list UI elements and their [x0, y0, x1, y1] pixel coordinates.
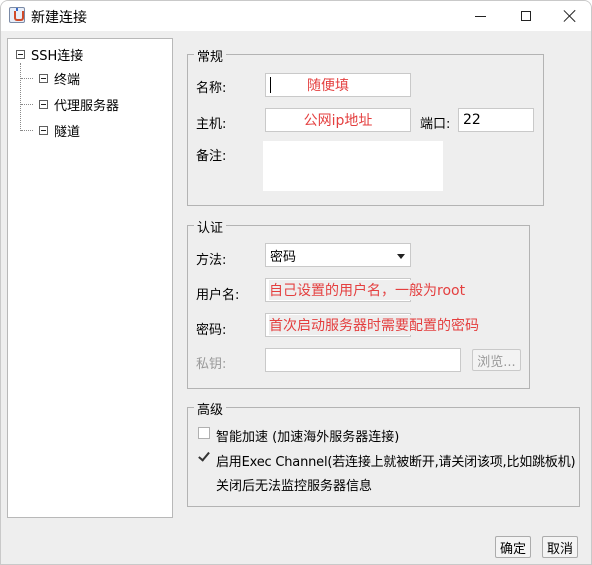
- tree-item-label: 终端: [54, 72, 81, 88]
- close-button[interactable]: [547, 1, 591, 31]
- host-label: 主机:: [196, 117, 227, 132]
- group-title: 认证: [194, 217, 227, 236]
- minimize-icon: [474, 15, 486, 17]
- password-input-value: 首次启动服务器时需要配置的密码: [269, 315, 481, 335]
- password-label: 密码:: [196, 323, 227, 338]
- private-key-input[interactable]: [265, 348, 461, 372]
- username-input-value: 自己设置的用户名，一般为root: [269, 280, 468, 300]
- exec-channel-note: 关闭后无法监控服务器信息: [216, 479, 373, 494]
- ok-button[interactable]: 确定: [495, 536, 531, 558]
- port-input[interactable]: 22: [458, 108, 534, 132]
- collapse-icon[interactable]: [39, 73, 48, 83]
- method-label: 方法:: [196, 253, 227, 268]
- name-input[interactable]: 随便填: [265, 73, 411, 97]
- exec-channel-label: 启用Exec Channel(若连接上就被断开,请关闭该项,比如跳板机): [216, 455, 576, 470]
- chevron-down-icon: [397, 254, 405, 259]
- username-input[interactable]: 自己设置的用户名，一般为root: [265, 278, 468, 302]
- note-textarea[interactable]: [263, 141, 443, 191]
- exec-channel-checkbox[interactable]: [198, 449, 210, 463]
- tree-item-terminal[interactable]: 终端: [39, 68, 80, 88]
- private-key-label: 私钥:: [196, 357, 227, 372]
- maximize-icon: [521, 11, 531, 21]
- collapse-icon[interactable]: [39, 125, 48, 135]
- tree-connector: [21, 78, 33, 79]
- tree-item-label: SSH连接: [31, 48, 84, 64]
- name-input-value: 随便填: [307, 78, 349, 94]
- window-title: 新建连接: [31, 10, 87, 26]
- new-connection-dialog: 新建连接 SSH连接 终端 代理服务器 隧道 常规 名称: 随便填 主机: 公网…: [0, 0, 592, 565]
- host-input-value: 公网ip地址: [303, 113, 373, 129]
- text-caret: [270, 77, 271, 93]
- browse-button-label: 浏览...: [477, 354, 516, 370]
- browse-button[interactable]: 浏览...: [472, 349, 521, 371]
- tree-item-ssh[interactable]: SSH连接: [16, 44, 83, 64]
- group-title: 高级: [194, 399, 227, 418]
- minimize-button[interactable]: [457, 1, 503, 31]
- group-title: 常规: [194, 46, 227, 65]
- smart-accel-label: 智能加速 (加速海外服务器连接): [216, 430, 400, 445]
- settings-tree: SSH连接 终端 代理服务器 隧道: [7, 38, 173, 518]
- java-app-icon: [9, 7, 25, 23]
- note-label: 备注:: [196, 149, 227, 164]
- tree-item-label: 隧道: [54, 124, 81, 140]
- port-label: 端口:: [420, 117, 451, 132]
- checkmark-icon: [198, 449, 210, 462]
- tree-item-tunnel[interactable]: 隧道: [39, 120, 80, 140]
- title-bar: 新建连接: [1, 1, 591, 31]
- tree-item-proxy[interactable]: 代理服务器: [39, 94, 119, 114]
- tree-connector: [20, 63, 21, 131]
- auth-method-select[interactable]: 密码: [265, 243, 411, 267]
- tree-connector: [21, 130, 33, 131]
- collapse-icon[interactable]: [39, 99, 48, 109]
- close-icon: [564, 10, 576, 22]
- cancel-button[interactable]: 取消: [542, 536, 578, 558]
- tree-item-label: 代理服务器: [54, 98, 120, 114]
- host-input[interactable]: 公网ip地址: [265, 108, 411, 132]
- username-label: 用户名:: [196, 288, 240, 303]
- cancel-button-label: 取消: [546, 541, 573, 557]
- smart-accel-checkbox[interactable]: [198, 427, 210, 439]
- password-input[interactable]: 首次启动服务器时需要配置的密码: [265, 313, 481, 337]
- auth-method-value: 密码: [270, 249, 297, 265]
- tree-connector: [21, 104, 33, 105]
- port-input-value: 22: [463, 112, 481, 128]
- collapse-icon[interactable]: [16, 49, 25, 59]
- name-label: 名称:: [196, 81, 227, 96]
- ok-button-label: 确定: [499, 541, 526, 557]
- maximize-button[interactable]: [503, 1, 549, 31]
